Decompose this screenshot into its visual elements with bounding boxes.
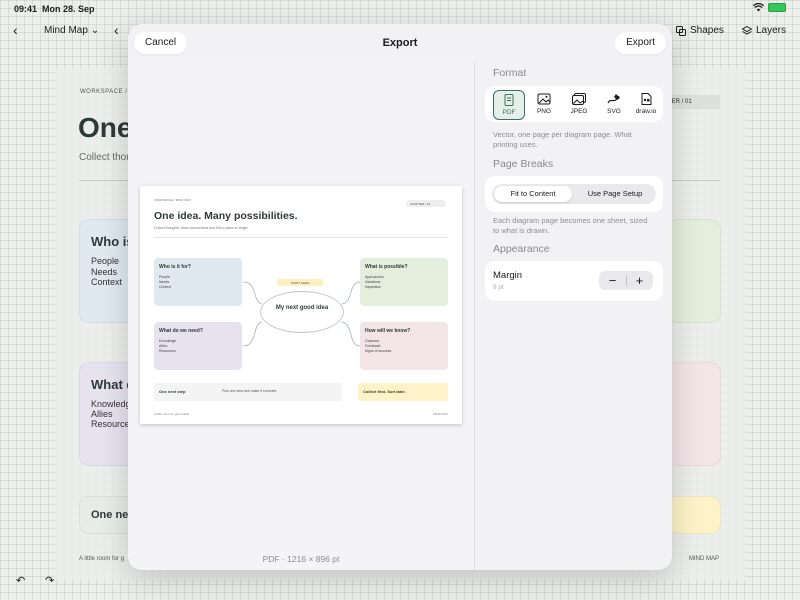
preview-next-step: One next step Pick one idea and make it … (154, 383, 342, 401)
preview-card-line: Feedback (365, 344, 381, 348)
format-option-jpeg[interactable]: JPEG (563, 90, 595, 120)
preview-card-line: Outcome (365, 339, 380, 343)
margin-increment-button[interactable]: + (626, 272, 653, 289)
preview-card-line: People (159, 275, 170, 279)
shapes-label: Shapes (690, 25, 724, 36)
preview-footer-right: MIND MAP (433, 412, 448, 416)
page-breaks-card: Fit to Content Use Page Setup (485, 176, 663, 212)
pdf-file-icon (504, 94, 514, 106)
preview-card-heading: Who is it for? (159, 264, 191, 270)
export-button[interactable]: Export (615, 32, 666, 54)
layers-button[interactable]: Layers (742, 25, 786, 36)
format-section-label: Format (493, 67, 527, 79)
canvas-footer-right: MIND MAP (689, 556, 719, 562)
canvas-card-line: Allies (91, 409, 113, 419)
preview-next-step-heading: One next step (159, 389, 186, 394)
format-option-drawio[interactable]: draw.io (630, 90, 662, 120)
page-breaks-help-text: Each diagram page becomes one sheet, siz… (493, 216, 648, 235)
page-breaks-section-label: Page Breaks (493, 158, 554, 170)
preview-caption: PDF · 1216 × 896 pt (262, 554, 340, 564)
battery-icon (768, 3, 786, 12)
chevron-down-icon: ⌄ (90, 25, 100, 36)
canvas-card-line: Needs (91, 267, 118, 277)
canvas-card-line: Context (91, 277, 123, 287)
format-option-label: PNG (536, 108, 552, 115)
use-page-setup-option[interactable]: Use Page Setup (576, 186, 654, 202)
status-indicators (753, 3, 786, 12)
preview-next-step-text: Pick one idea and make it concrete. (222, 389, 278, 393)
format-help-text: Vector, one page per diagram page. What … (493, 130, 632, 149)
canvas-subtitle: Collect thou (79, 152, 132, 163)
preview-card-possible: What is possible? Approaches Variations … (360, 258, 448, 306)
preview-start-tag: START HERE (277, 279, 323, 286)
format-option-label: SVG (607, 108, 621, 115)
preview-card-line: Signs of success (365, 349, 392, 353)
canvas-card-possible (668, 219, 721, 323)
margin-row: Margin 8 pt − + (485, 261, 663, 301)
canvas-breadcrumb: WORKSPACE / (80, 89, 128, 95)
canvas-card-collect (668, 496, 721, 534)
format-option-png[interactable]: PNG (528, 90, 560, 120)
canvas-footer-left: A little room for g (79, 556, 125, 562)
format-picker: PDF PNG JPEG SVG draw.io (485, 86, 663, 122)
preview-card-line: Needs (159, 280, 170, 284)
appearance-section-label: Appearance (493, 243, 550, 255)
format-option-pdf[interactable]: PDF (493, 90, 525, 120)
layers-icon (742, 25, 752, 35)
preview-collect-note: Collect first. Sort later. (358, 383, 448, 401)
preview-card-know: How will we know? Outcome Feedback Signs… (360, 322, 448, 370)
fit-to-content-option[interactable]: Fit to Content (494, 186, 572, 202)
image-icon (537, 93, 551, 105)
canvas-card-line: Knowledg (91, 399, 131, 409)
preview-card-line: Context (159, 285, 172, 289)
sheet-title: Export (382, 37, 418, 49)
format-option-label: draw.io (635, 108, 657, 115)
pen-curve-icon (607, 94, 620, 104)
margin-decrement-button[interactable]: − (599, 272, 626, 289)
status-date: Mon 28. Sep (42, 4, 95, 14)
document-shapes-icon (641, 93, 652, 105)
margin-stepper: − + (599, 271, 653, 290)
format-option-label: PDF (502, 109, 516, 116)
canvas-card-line: People (91, 256, 120, 266)
status-time: 09:41 (14, 4, 38, 14)
status-bar: 09:41 Mon 28. Sep (0, 0, 800, 18)
export-preview-page: WORKSPACE / MIND MAP CHAPTER / 01 One id… (140, 186, 462, 424)
wifi-icon (753, 3, 764, 12)
preview-card-line: Allies (159, 344, 168, 348)
shapes-button[interactable]: Shapes (676, 25, 724, 36)
layers-label: Layers (756, 25, 787, 36)
document-title-menu[interactable]: Mind Map ⌄ (44, 25, 99, 36)
nav-chevron-icon[interactable]: ‹ (114, 22, 119, 38)
preview-card-who: Who is it for? People Needs Context (154, 258, 242, 306)
margin-value: 8 pt (493, 284, 504, 291)
shapes-icon (676, 25, 686, 36)
export-sheet: Cancel Export Export WORKSPACE / MIND MA… (128, 24, 672, 570)
photos-icon (572, 93, 586, 105)
preview-card-line: Approaches (365, 275, 384, 279)
preview-card-heading: How will we know? (365, 328, 411, 334)
preview-card-need: What do we need? Knowledge Allies Resour… (154, 322, 242, 370)
canvas-title: One (78, 112, 133, 143)
back-chevron-icon[interactable]: ‹ (13, 22, 18, 38)
undo-icon[interactable]: ↶ (16, 574, 25, 587)
preview-footer-left: A little room for good ideas (154, 412, 190, 416)
document-title: Mind Map (44, 25, 88, 36)
canvas-card-line: Resource (91, 419, 130, 429)
preview-card-line: Knowledge (159, 339, 177, 343)
preview-card-heading: What is possible? (365, 264, 408, 270)
preview-card-line: Resources (159, 349, 176, 353)
preview-card-heading: What do we need? (159, 328, 203, 334)
margin-label: Margin (493, 270, 523, 281)
canvas-card-know (668, 362, 721, 466)
preview-card-line: Inspiration (365, 285, 382, 289)
redo-icon[interactable]: ↷ (45, 574, 54, 587)
format-option-svg[interactable]: SVG (598, 90, 630, 120)
page-breaks-segmented-control: Fit to Content Use Page Setup (492, 184, 656, 204)
preview-card-line: Variations (365, 280, 381, 284)
pane-divider (474, 62, 475, 570)
format-option-label: JPEG (570, 108, 588, 115)
preview-center-node: My next good idea (260, 291, 344, 333)
